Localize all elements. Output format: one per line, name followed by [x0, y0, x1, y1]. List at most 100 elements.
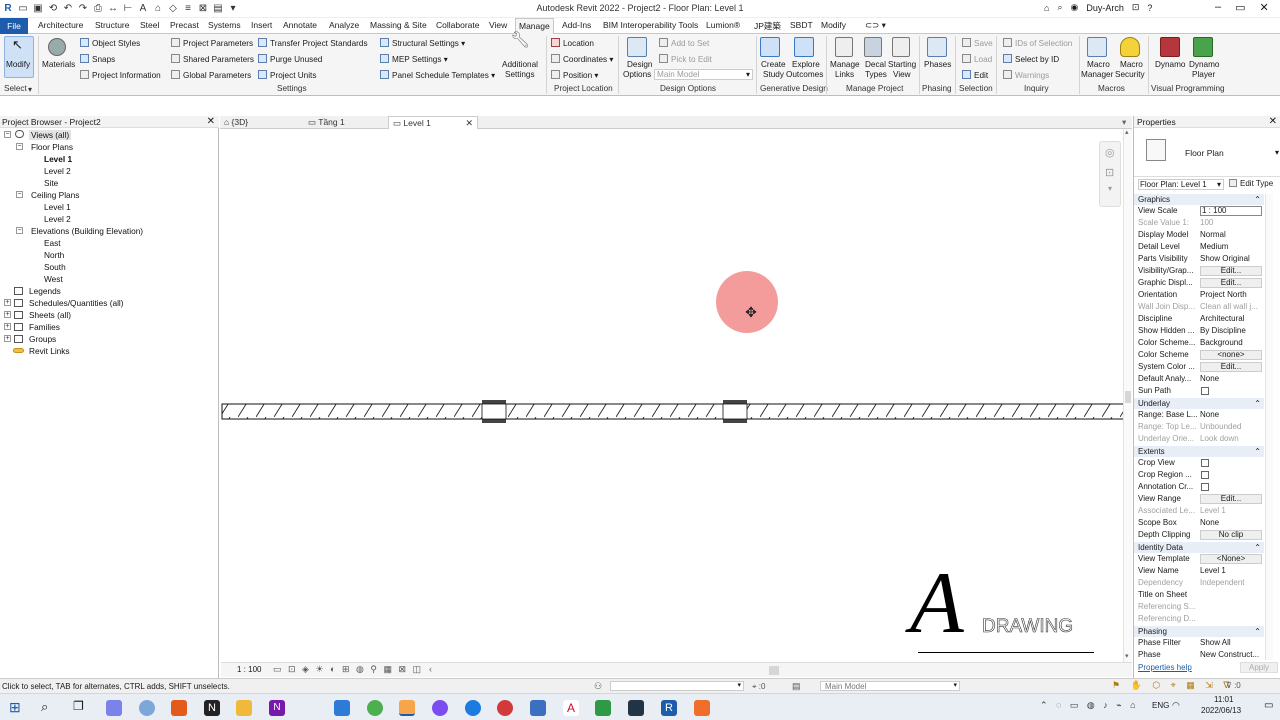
manage-links-icon[interactable] — [835, 37, 853, 57]
filter-count[interactable]: ⊽ :0 — [1226, 681, 1241, 690]
tree-sheets[interactable]: Sheets (all) — [29, 310, 71, 320]
tree-elevation-west[interactable]: West — [44, 274, 63, 284]
revit-taskbar-icon[interactable]: R — [661, 700, 677, 716]
select-chevron-icon[interactable]: ▾ — [28, 84, 32, 94]
explore-outcomes-line2[interactable]: Outcomes — [786, 70, 823, 80]
collapse-ceiling-plans-icon[interactable]: − — [16, 191, 23, 198]
category-identity-data[interactable]: Identity Data ⌃ — [1134, 542, 1264, 553]
ribbon-toggle-icon[interactable]: ⊂⊃ ▾ — [865, 20, 886, 31]
tree-schedules[interactable]: Schedules/Quantities (all) — [29, 298, 124, 308]
ids-of-selection-button[interactable]: IDs of Selection — [1003, 38, 1072, 49]
cart-icon[interactable]: ⊡ — [1132, 2, 1140, 13]
tab-structure[interactable]: Structure — [95, 20, 130, 30]
category-phasing[interactable]: Phasing ⌃ — [1134, 626, 1264, 637]
tree-elevation-east[interactable]: East — [44, 238, 61, 248]
tab-lumion[interactable]: Lumion® — [706, 20, 740, 30]
manage-links-line2[interactable]: Links — [835, 70, 854, 80]
project-information-button[interactable]: Project Information — [80, 70, 161, 81]
macro-security-line2[interactable]: Security — [1115, 70, 1145, 80]
edge-icon[interactable] — [465, 700, 481, 716]
macro-security-line1[interactable]: Macro — [1120, 60, 1143, 70]
design-options-line1[interactable]: Design — [627, 60, 653, 70]
tab-file[interactable]: File — [0, 18, 28, 34]
user-name[interactable]: Duy-Arch — [1086, 3, 1124, 13]
panel-schedule-templates-button[interactable]: Panel Schedule Templates ▾ — [380, 70, 495, 81]
scroll-up-icon[interactable]: ▴ — [1125, 128, 1129, 136]
load-selection-button[interactable]: Load — [962, 54, 992, 65]
starting-view-line1[interactable]: Starting — [888, 60, 916, 70]
prop-parts-visibility-value[interactable]: Show Original — [1200, 254, 1262, 263]
create-study-line1[interactable]: Create — [761, 60, 786, 70]
hscroll-left-icon[interactable]: ‹ — [429, 664, 432, 674]
close-window-icon[interactable]: ✕ — [1260, 1, 1269, 14]
tree-views-all[interactable]: Views (all) — [29, 130, 72, 140]
prop-color-scheme-button[interactable]: <none> — [1200, 350, 1262, 360]
decal-types-line2[interactable]: Types — [865, 70, 887, 80]
tab-annotate[interactable]: Annotate — [283, 20, 317, 30]
view-scale-button[interactable]: 1 : 100 — [237, 665, 261, 674]
tab-steel[interactable]: Steel — [140, 20, 159, 30]
explore-outcomes-icon[interactable] — [794, 37, 814, 57]
notifications-icon[interactable]: ▭ — [1264, 700, 1273, 711]
active-model-select[interactable]: Main Model ▾ — [820, 681, 960, 691]
scroll-thumb[interactable] — [1125, 391, 1131, 403]
create-study-icon[interactable] — [760, 37, 780, 57]
tree-floor-plan-level-1[interactable]: Level 1 — [44, 154, 72, 164]
active-app-icon[interactable] — [399, 700, 415, 716]
tree-floor-plan-level-2[interactable]: Level 2 — [44, 166, 71, 176]
prop-display-model-value[interactable]: Normal — [1200, 230, 1262, 239]
purge-unused-button[interactable]: Purge Unused — [258, 54, 322, 65]
tree-elevation-north[interactable]: North — [44, 250, 64, 260]
prop-graphic-display-edit-button[interactable]: Edit... — [1200, 278, 1262, 288]
prop-visibility-graphics-edit-button[interactable]: Edit... — [1200, 266, 1262, 276]
tree-floor-plans[interactable]: Floor Plans — [31, 142, 73, 152]
calculator-icon[interactable] — [530, 700, 546, 716]
position-button[interactable]: Position ▾ — [551, 70, 599, 81]
edit-selection-button[interactable]: Edit — [962, 70, 988, 81]
tab-view[interactable]: View — [489, 20, 507, 30]
decal-types-icon[interactable] — [864, 37, 882, 57]
close-properties-icon[interactable]: ✕ — [1269, 116, 1277, 128]
collapse-elevations-icon[interactable]: − — [16, 227, 23, 234]
prop-detail-level-value[interactable]: Medium — [1200, 242, 1262, 251]
clock-time[interactable]: 11:01 — [1214, 695, 1233, 704]
tab-modify[interactable]: Modify — [821, 20, 846, 30]
zalo-icon[interactable] — [497, 700, 513, 716]
phases-button[interactable]: Phases — [924, 60, 951, 70]
prop-view-name-value[interactable]: Level 1 — [1200, 566, 1262, 575]
macro-manager-line2[interactable]: Manager — [1081, 70, 1113, 80]
wall-opening-2[interactable] — [722, 400, 748, 423]
instance-selector[interactable]: Floor Plan: Level 1 ▾ — [1138, 179, 1224, 190]
start-icon[interactable]: ⊞ — [9, 699, 21, 716]
recorder-icon[interactable] — [694, 700, 710, 716]
clock-date[interactable]: 2022/06/13 — [1201, 706, 1241, 715]
prop-view-range-edit-button[interactable]: Edit... — [1200, 494, 1262, 504]
minimize-icon[interactable]: – — [1215, 1, 1221, 14]
tab-tang-1[interactable]: ▭ Tầng 1 — [308, 116, 345, 129]
properties-help-link[interactable]: Properties help — [1138, 663, 1192, 672]
steering-wheel-icon[interactable]: ◎ — [1105, 146, 1115, 159]
select-by-id-button[interactable]: Select by ID — [1003, 54, 1059, 65]
sketchup-icon[interactable] — [628, 700, 644, 716]
materials-icon[interactable] — [48, 38, 66, 56]
select-dropdown[interactable]: Select — [4, 84, 27, 93]
collapse-floor-plans-icon[interactable]: − — [16, 143, 23, 150]
tree-ceiling-level-1[interactable]: Level 1 — [44, 202, 71, 212]
scroll-down-icon[interactable]: ▾ — [1125, 652, 1129, 660]
tab-sbdt[interactable]: SBDT — [790, 20, 813, 30]
dynamo-player-line2[interactable]: Player — [1192, 70, 1215, 80]
tab-collaborate[interactable]: Collaborate — [436, 20, 479, 30]
tree-floor-plan-site[interactable]: Site — [44, 178, 58, 188]
properties-scrollbar[interactable] — [1265, 194, 1273, 660]
category-graphics[interactable]: Graphics ⌃ — [1134, 194, 1264, 205]
prop-show-hidden-value[interactable]: By Discipline — [1200, 326, 1262, 335]
type-selector[interactable]: Floor Plan ▾ — [1134, 129, 1280, 177]
search-icon[interactable]: ⌕ — [1057, 2, 1062, 13]
file-explorer-icon[interactable] — [236, 700, 252, 716]
global-parameters-button[interactable]: Global Parameters — [171, 70, 251, 81]
expand-sheets-icon[interactable]: + — [4, 311, 11, 318]
teams-icon[interactable] — [106, 700, 122, 716]
project-parameters-button[interactable]: Project Parameters — [171, 38, 253, 49]
zoom-icon[interactable]: ⊡ — [1105, 166, 1114, 179]
wifi-icon[interactable]: ◠ — [1172, 700, 1180, 711]
